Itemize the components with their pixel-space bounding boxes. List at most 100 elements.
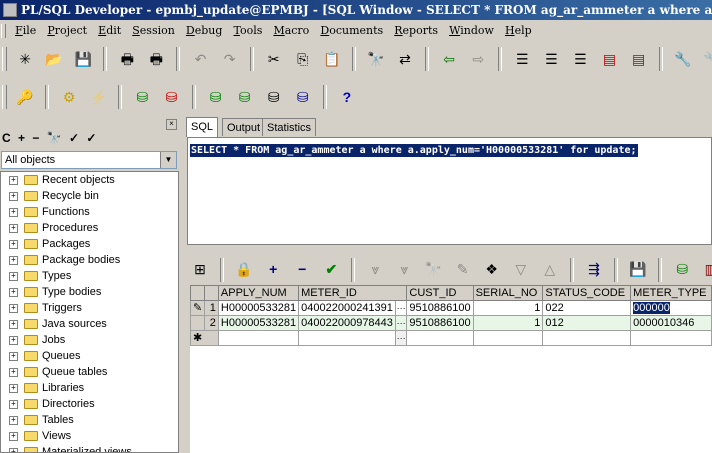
help-icon[interactable]: ?: [336, 86, 358, 108]
tab-output[interactable]: Output: [222, 118, 266, 136]
cell-serial-no[interactable]: 1: [472, 300, 544, 316]
single-record-view-icon[interactable]: ❖: [481, 258, 503, 280]
table-row[interactable]: 2 H00000533281 040022000978443 ··· 95108…: [189, 315, 712, 331]
object-browser-toolbar[interactable]: C + − 🔭 ✓ ✓: [2, 131, 98, 147]
expand-icon[interactable]: +: [9, 383, 18, 393]
cell-serial-no[interactable]: 1: [472, 315, 544, 331]
cell-apply-num[interactable]: H00000533281: [217, 315, 300, 331]
tree-item[interactable]: + Procedures: [1, 220, 178, 236]
tree-item[interactable]: + Views: [1, 428, 178, 444]
tree-item[interactable]: + Queues: [1, 348, 178, 364]
expand-icon[interactable]: +: [9, 319, 18, 329]
tree-item[interactable]: + Packages: [1, 236, 178, 252]
tab-statistics[interactable]: Statistics: [262, 118, 317, 136]
cell-meter-type[interactable]: [630, 330, 712, 346]
tree-item[interactable]: + Queue tables: [1, 364, 178, 380]
expand-icon[interactable]: +: [9, 351, 18, 361]
expand-icon[interactable]: +: [9, 303, 18, 313]
column-header-status-code[interactable]: STATUS_CODE: [542, 285, 632, 301]
previous-page-icon[interactable]: △: [539, 258, 561, 280]
paste-icon[interactable]: 📋: [321, 48, 343, 70]
cell-meter-id[interactable]: [298, 330, 396, 346]
tree-item[interactable]: + Jobs: [1, 332, 178, 348]
clear-record-icon[interactable]: ✎: [452, 258, 474, 280]
column-header-serial-no[interactable]: SERIAL_NO: [472, 285, 544, 301]
export-icon[interactable]: ⇶: [583, 258, 605, 280]
panel-splitter[interactable]: [179, 117, 183, 453]
indent-icon[interactable]: ☰: [511, 48, 533, 70]
menu-session[interactable]: Session: [128, 21, 179, 41]
execute-gear-icon[interactable]: ⚙: [58, 86, 80, 108]
column-header-meter-id[interactable]: METER_ID: [298, 285, 408, 301]
menu-help[interactable]: Help: [501, 21, 536, 41]
menu-macro[interactable]: Macro: [269, 21, 313, 41]
commit-icon[interactable]: ⛁: [131, 86, 153, 108]
cell-status-code[interactable]: 012: [542, 315, 632, 331]
menu-file[interactable]: File: [11, 21, 40, 41]
cell-editor-button[interactable]: ···: [394, 300, 408, 316]
grid-options-icon[interactable]: ⊞: [189, 258, 211, 280]
next-page-icon[interactable]: ▽: [510, 258, 532, 280]
object-filter-select[interactable]: All objects ▼: [1, 151, 177, 169]
expand-icon[interactable]: +: [9, 255, 18, 265]
close-icon[interactable]: ×: [166, 119, 177, 130]
explain-icon[interactable]: ⛁: [292, 86, 314, 108]
menu-reports[interactable]: Reports: [390, 21, 442, 41]
redo-icon[interactable]: ↷: [219, 48, 241, 70]
cell-meter-type[interactable]: 0000010346: [630, 315, 712, 331]
clear-icon[interactable]: ▤: [628, 48, 650, 70]
cell-status-code[interactable]: 022: [542, 300, 632, 316]
replace-icon[interactable]: ⇄: [394, 48, 416, 70]
break-icon[interactable]: 🔧: [701, 48, 712, 70]
tree-item[interactable]: + Recent objects: [1, 172, 178, 188]
stop-icon[interactable]: ⚡: [87, 86, 109, 108]
menu-documents[interactable]: Documents: [316, 21, 387, 41]
cell-meter-id[interactable]: 040022000241391: [298, 300, 396, 316]
expand-icon[interactable]: +: [9, 447, 18, 452]
sql-icon[interactable]: ⛁: [234, 86, 256, 108]
print-icon[interactable]: 🖶: [116, 48, 138, 70]
tab-sql[interactable]: SQL: [186, 117, 219, 137]
undo-icon[interactable]: ↶: [190, 48, 212, 70]
cell-cust-id[interactable]: 9510886100: [406, 315, 474, 331]
menu-edit[interactable]: Edit: [94, 21, 125, 41]
cell-meter-id[interactable]: 040022000978443: [298, 315, 396, 331]
tree-item[interactable]: + Recycle bin: [1, 188, 178, 204]
expand-icon[interactable]: +: [9, 175, 18, 185]
table-row[interactable]: ✎ 1 H00000533281 040022000241391 ··· 951…: [189, 300, 712, 316]
tree-item[interactable]: + Types: [1, 268, 178, 284]
expand-icon[interactable]: +: [9, 399, 18, 409]
cell-editor-button[interactable]: ···: [394, 315, 408, 331]
execute-icon[interactable]: 🔧: [672, 48, 694, 70]
menu-tools[interactable]: Tools: [229, 21, 266, 41]
column-header-apply-num[interactable]: APPLY_NUM: [217, 285, 300, 301]
save-icon[interactable]: 💾: [72, 48, 94, 70]
open-icon[interactable]: 📂: [43, 48, 65, 70]
menu-window[interactable]: Window: [445, 21, 498, 41]
chart-icon[interactable]: ▥: [700, 258, 712, 280]
tree-item[interactable]: + Type bodies: [1, 284, 178, 300]
cut-icon[interactable]: ✂: [263, 48, 285, 70]
expand-icon[interactable]: +: [9, 335, 18, 345]
query-by-example-icon[interactable]: 🔭: [423, 258, 445, 280]
cell-serial-no[interactable]: [472, 330, 544, 346]
chevron-down-icon[interactable]: ▼: [160, 152, 176, 168]
column-header-cust-id[interactable]: CUST_ID: [406, 285, 474, 301]
navigate-back-icon[interactable]: ⇦: [438, 48, 460, 70]
cell-editor-button[interactable]: ···: [394, 330, 408, 346]
uncomment-icon[interactable]: ▤: [599, 48, 621, 70]
comment-icon[interactable]: ☰: [569, 48, 591, 70]
navigate-forward-icon[interactable]: ⇨: [467, 48, 489, 70]
post-changes-icon[interactable]: ✔: [320, 258, 342, 280]
expand-icon[interactable]: +: [9, 207, 18, 217]
cell-apply-num[interactable]: [217, 330, 300, 346]
tree-item[interactable]: + Functions: [1, 204, 178, 220]
delete-record-icon[interactable]: −: [291, 258, 313, 280]
tree-item[interactable]: + Java sources: [1, 316, 178, 332]
find-icon[interactable]: 🔭: [365, 48, 387, 70]
cell-cust-id[interactable]: [406, 330, 474, 346]
tree-item[interactable]: + Materialized views: [1, 444, 178, 452]
tree-item[interactable]: + Package bodies: [1, 252, 178, 268]
data-icon[interactable]: ⛁: [671, 258, 693, 280]
tree-item[interactable]: + Triggers: [1, 300, 178, 316]
